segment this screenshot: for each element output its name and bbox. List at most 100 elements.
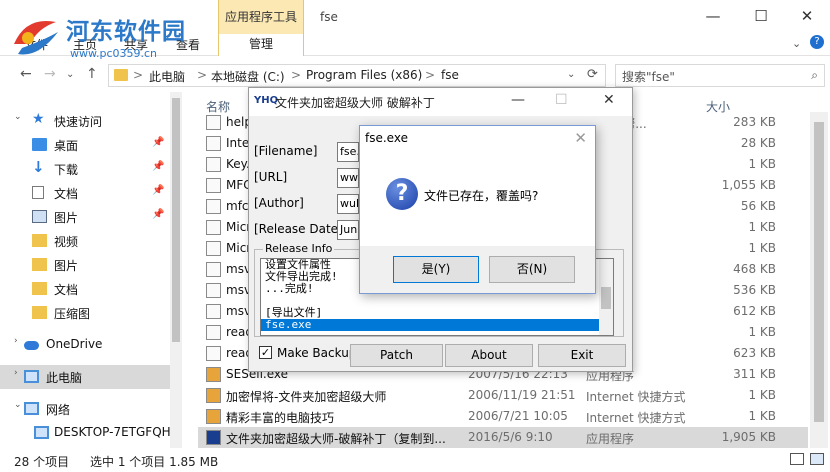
- file-size: 28 KB: [740, 136, 776, 150]
- nav-label: 文档: [54, 283, 79, 297]
- yes-button[interactable]: 是(Y): [393, 256, 479, 283]
- crumb-local-disk[interactable]: 本地磁盘 (C:): [211, 68, 285, 85]
- pin-icon[interactable]: 📌: [152, 137, 164, 148]
- nav-network[interactable]: ⌄ 网络: [0, 397, 170, 421]
- file-size: 1 KB: [748, 241, 776, 255]
- patch-close-button[interactable]: ✕: [603, 92, 615, 108]
- folder-icon: [32, 282, 47, 295]
- folder-icon: [32, 234, 47, 247]
- field-filename-label: [Filename]: [254, 144, 318, 158]
- crumb-fse[interactable]: fse: [441, 68, 459, 82]
- patch-title-bar: YHQ 文件夹加密超级大师 破解补丁 — ☐ ✕: [249, 88, 632, 116]
- selection-info: 选中 1 个项目 1.85 MB: [90, 455, 219, 469]
- file-size: 623 KB: [733, 346, 776, 360]
- pin-icon[interactable]: 📌: [152, 209, 164, 220]
- file-row[interactable]: 精彩丰富的电脑技巧 2006/7/21 10:05 Internet 快捷方式 1 K…: [198, 406, 808, 427]
- crumb-this-pc[interactable]: 此电脑: [149, 68, 185, 85]
- log-line: [导出文件]: [265, 306, 323, 319]
- nav-quick-access[interactable]: ⌄ ★ 快速访问: [0, 109, 170, 133]
- download-icon: ↓: [32, 158, 45, 176]
- field-author-value[interactable]: wuh: [337, 194, 359, 214]
- minimize-button[interactable]: —: [690, 0, 736, 34]
- expand-icon[interactable]: ⌄: [14, 400, 22, 410]
- field-author-label: [Author]: [254, 196, 304, 210]
- no-button[interactable]: 否(N): [489, 256, 575, 283]
- field-filename-value[interactable]: fse.: [337, 142, 359, 162]
- collapse-icon[interactable]: ›: [14, 336, 18, 346]
- dialog-close-button[interactable]: ✕: [574, 129, 587, 147]
- window-title: fse: [320, 10, 338, 24]
- nav-this-pc[interactable]: › 此电脑: [0, 365, 170, 389]
- file-row[interactable]: 文件夹加密超级大师-破解补丁（复制到... 2016/5/6 9:10 应用程序 1,…: [198, 427, 808, 448]
- nav-documents-folder[interactable]: 文档: [0, 277, 170, 301]
- forward-icon[interactable]: →: [44, 66, 56, 82]
- nav-pictures-folder[interactable]: 图片: [0, 253, 170, 277]
- details-view-icon[interactable]: [790, 453, 804, 465]
- dialog-title: fse.exe: [365, 131, 408, 145]
- nav-desktop-pc[interactable]: DESKTOP-7ETGFQH: [0, 421, 171, 445]
- field-url-value[interactable]: www: [337, 168, 359, 188]
- expand-icon[interactable]: ⌄: [14, 112, 22, 122]
- crumb-separator: >: [133, 68, 144, 82]
- pin-icon[interactable]: 📌: [152, 161, 164, 172]
- nav-documents[interactable]: 文档 📌: [0, 181, 170, 205]
- address-bar[interactable]: > 此电脑 > 本地磁盘 (C:) > Program Files (x86) …: [108, 64, 606, 87]
- file-name: 加密悍将-文件夹加密超级大师: [226, 390, 387, 404]
- up-icon[interactable]: ↑: [86, 66, 98, 82]
- ribbon-expand-icon[interactable]: ⌄: [792, 37, 801, 50]
- nav-onedrive[interactable]: › OneDrive: [0, 333, 170, 357]
- star-icon: ★: [32, 111, 45, 127]
- tab-manage[interactable]: 管理: [218, 34, 304, 56]
- log-scroll-thumb[interactable]: [601, 287, 611, 309]
- patch-minimize-button[interactable]: —: [511, 92, 525, 108]
- document-icon: [32, 186, 44, 199]
- recent-icon[interactable]: ⌄: [66, 69, 74, 80]
- nav-scroll-thumb[interactable]: [172, 98, 180, 342]
- back-icon[interactable]: ←: [20, 66, 32, 82]
- file-name: mfc: [226, 199, 249, 213]
- crumb-separator: >: [197, 68, 208, 82]
- refresh-icon[interactable]: ⟳: [587, 67, 598, 82]
- about-button[interactable]: About: [445, 344, 533, 367]
- file-row[interactable]: 加密悍将-文件夹加密超级大师 2006/11/19 21:51 Internet 快…: [198, 385, 808, 406]
- status-bar: 28 个项目 选中 1 个项目 1.85 MB: [0, 448, 830, 472]
- patch-button[interactable]: Patch: [350, 344, 443, 367]
- address-dropdown-icon[interactable]: ⌄: [567, 69, 575, 80]
- file-size: 468 KB: [733, 262, 776, 276]
- nav-label: 文档: [54, 187, 79, 201]
- exit-button[interactable]: Exit: [538, 344, 626, 367]
- file-icon: [206, 136, 221, 151]
- large-icons-view-icon[interactable]: [810, 453, 824, 465]
- dialog-message: 文件已存在，覆盖吗?: [424, 189, 539, 203]
- file-size: 311 KB: [733, 367, 776, 381]
- nav-videos[interactable]: 视频: [0, 229, 170, 253]
- nav-label: 压缩图: [54, 307, 91, 321]
- file-icon: [206, 325, 221, 340]
- nav-label: 网络: [46, 403, 71, 417]
- close-button[interactable]: ✕: [784, 0, 830, 34]
- field-release-date-value[interactable]: Jun: [337, 220, 359, 240]
- item-count: 28 个项目: [14, 455, 70, 469]
- crumb-separator: >: [425, 68, 436, 82]
- maximize-button[interactable]: ☐: [738, 0, 784, 34]
- help-icon[interactable]: ?: [810, 35, 824, 49]
- make-backup-label: Make Backup: [277, 346, 357, 360]
- patch-maximize-button[interactable]: ☐: [555, 92, 568, 108]
- file-size: 1 KB: [748, 157, 776, 171]
- list-scroll-thumb[interactable]: [814, 122, 824, 422]
- nav-compressed[interactable]: 压缩图: [0, 301, 170, 325]
- file-type: Internet 快捷方式: [586, 390, 686, 404]
- log-selected-line[interactable]: fse.exe: [261, 319, 613, 331]
- pin-icon[interactable]: 📌: [152, 185, 164, 196]
- make-backup-checkbox[interactable]: ✓: [259, 346, 272, 359]
- search-input[interactable]: 搜索"fse" ⌕: [615, 64, 825, 87]
- file-size: 56 KB: [740, 199, 776, 213]
- nav-pictures[interactable]: 图片 📌: [0, 205, 170, 229]
- collapse-icon[interactable]: ›: [14, 368, 18, 378]
- file-icon: [206, 262, 221, 277]
- nav-desktop[interactable]: 桌面 📌: [0, 133, 170, 157]
- nav-downloads[interactable]: ↓ 下载 📌: [0, 157, 170, 181]
- desktop-icon: [32, 138, 47, 151]
- crumb-program-files[interactable]: Program Files (x86): [306, 68, 422, 82]
- file-icon: [206, 178, 221, 193]
